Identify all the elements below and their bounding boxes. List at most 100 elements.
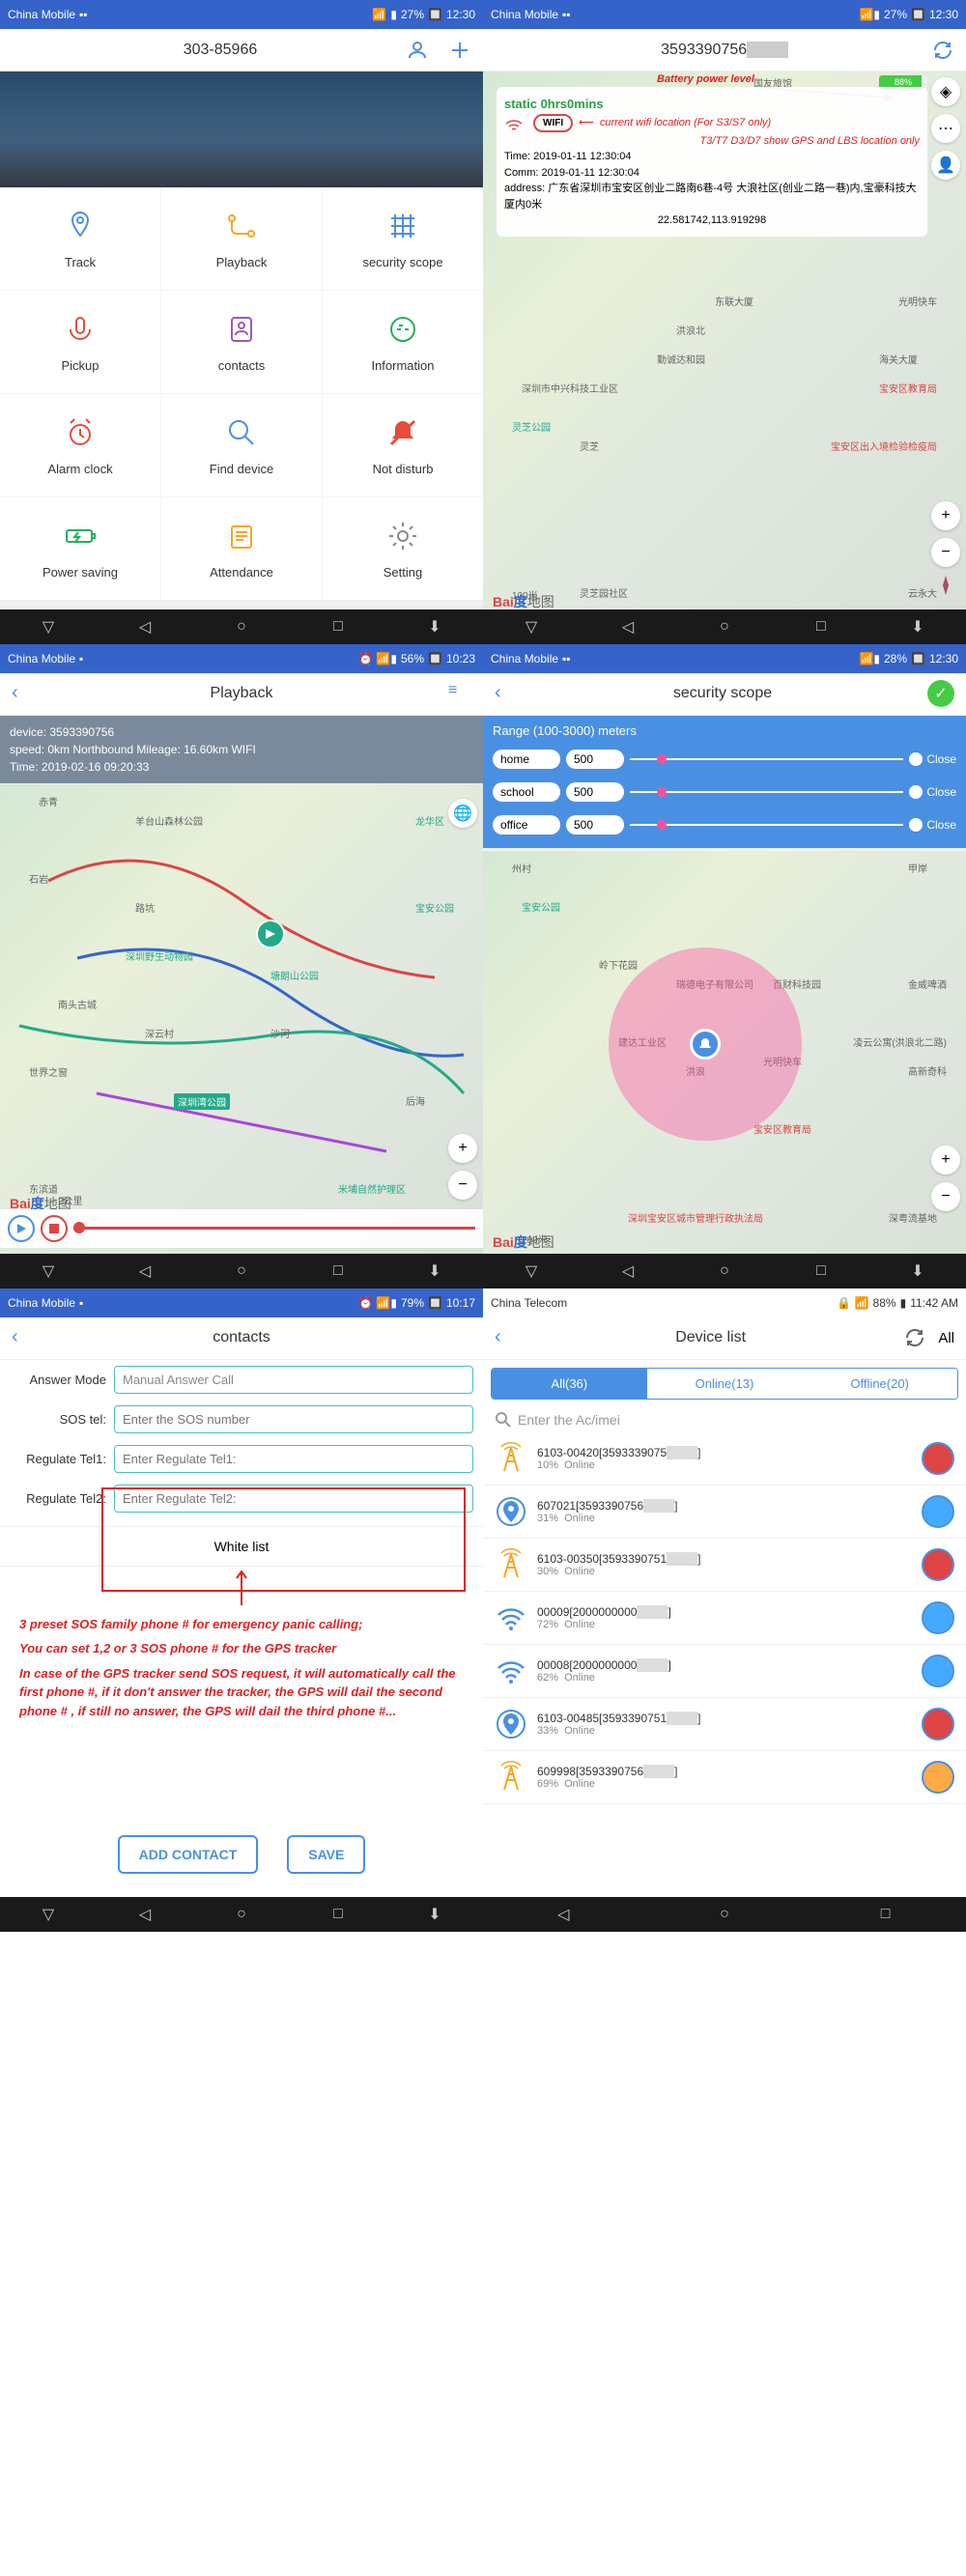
panel-security-scope: China Mobile ▪▪ 📶▮28% 🔲 12:30 ‹ security… <box>483 644 966 1288</box>
device-avatar[interactable] <box>922 1442 954 1475</box>
menu-alarm-clock[interactable]: Alarm clock <box>0 394 160 496</box>
tab-all[interactable]: All(36) <box>492 1369 647 1399</box>
back-icon[interactable]: ‹ <box>12 682 35 705</box>
regulate-tel1-input[interactable] <box>114 1445 473 1473</box>
menu-attendance[interactable]: Attendance <box>161 497 322 600</box>
scope-slider[interactable] <box>630 824 903 826</box>
device-row[interactable]: 6103-00420[3593339075XXXX] 10% Online <box>483 1432 966 1486</box>
device-info: 6103-00420[3593339075XXXX] 10% Online <box>537 1446 912 1471</box>
status-bar: China Mobile ▪ ⏰ 📶▮56% 🔲 10:23 <box>0 644 483 673</box>
android-nav: ◁○□ <box>483 1897 966 1932</box>
device-row[interactable]: 6103-00350[3593390751XXXX] 30% Online <box>483 1539 966 1592</box>
back-icon[interactable]: ‹ <box>495 682 518 705</box>
device-avatar[interactable] <box>922 1655 954 1687</box>
sim-icon: ▪▪ <box>79 8 88 21</box>
compass-icon[interactable] <box>931 571 960 600</box>
map-layers-icon[interactable]: ◈ <box>931 77 960 106</box>
battery-annotation: Battery power level <box>657 73 754 85</box>
nav-menu-icon[interactable]: ▽ <box>37 615 60 638</box>
scope-slider[interactable] <box>630 758 903 760</box>
nav-home-icon[interactable]: ○ <box>230 615 253 638</box>
regulate-tel2-input[interactable] <box>114 1485 473 1513</box>
sos-tel-input[interactable] <box>114 1405 473 1433</box>
scope-slider[interactable] <box>630 791 903 793</box>
map-canvas[interactable]: 赤青 羊台山森林公园 龙华区 石岩 路坑 宝安公园 深圳野生动物园 塘朗山公园 … <box>0 784 483 1254</box>
device-type-icon <box>495 1442 527 1475</box>
device-avatar[interactable] <box>922 1548 954 1581</box>
menu-icon[interactable]: ≡ <box>448 682 471 705</box>
add-contact-button[interactable]: ADD CONTACT <box>118 1835 259 1874</box>
device-row[interactable]: 607021[3593390756XXXX] 31% Online <box>483 1486 966 1539</box>
menu-playback[interactable]: Playback <box>161 187 322 290</box>
device-row[interactable]: 00008[2000000000XXXX] 62% Online <box>483 1645 966 1698</box>
device-row[interactable]: 00009[2000000000XXXX] 72% Online <box>483 1592 966 1645</box>
answer-mode-select[interactable]: Manual Answer Call <box>114 1366 473 1394</box>
map-street-icon[interactable]: 👤 <box>931 151 960 180</box>
device-info: 607021[3593390756XXXX] 31% Online <box>537 1499 912 1524</box>
play-button[interactable] <box>8 1215 35 1242</box>
menu-track[interactable]: Track <box>0 187 160 290</box>
scope-value-input[interactable] <box>566 750 624 769</box>
nav-back-icon[interactable]: ◁ <box>133 615 156 638</box>
zoom-out-icon[interactable]: − <box>931 538 960 567</box>
playback-slider[interactable] <box>73 1227 475 1230</box>
profile-icon[interactable] <box>406 39 429 62</box>
scope-name-input[interactable] <box>493 782 560 802</box>
menu-setting[interactable]: Setting <box>323 497 483 600</box>
menu-not-disturb[interactable]: Not disturb <box>323 394 483 496</box>
confirm-icon[interactable]: ✓ <box>927 680 954 707</box>
nav-recent-icon[interactable]: □ <box>327 615 350 638</box>
device-row[interactable]: 6103-00485[3593390751XXXX] 33% Online <box>483 1698 966 1751</box>
stop-button[interactable] <box>41 1215 68 1242</box>
geofence-pin[interactable] <box>690 1029 721 1060</box>
map-canvas[interactable]: 州村 甲岸 宝安公园 岭下花园 瑞德电子有限公司 百财科技园 金威啤酒 建达工业… <box>483 851 966 1254</box>
signal-icon: ▮ <box>390 8 397 21</box>
tab-offline[interactable]: Offline(20) <box>802 1369 957 1399</box>
tab-online[interactable]: Online(13) <box>647 1369 803 1399</box>
zoom-out-icon[interactable]: − <box>448 1171 477 1200</box>
scope-value-input[interactable] <box>566 815 624 835</box>
search-row[interactable]: Enter the Ac/imei <box>483 1407 966 1432</box>
map-more-icon[interactable]: ⋯ <box>931 114 960 143</box>
back-icon[interactable]: ‹ <box>495 1326 518 1349</box>
scope-close-toggle[interactable]: Close <box>909 818 956 832</box>
scope-close-toggle[interactable]: Close <box>909 752 956 766</box>
nav-down-icon[interactable]: ⬇ <box>423 615 446 638</box>
zoom-in-icon[interactable]: + <box>931 1146 960 1175</box>
globe-icon[interactable]: 🌐 <box>448 799 477 828</box>
device-avatar[interactable] <box>922 1601 954 1634</box>
regulate-tel2-row: Regulate Tel2: <box>0 1479 483 1518</box>
device-info: 609998[3593390756XXXX] 69% Online <box>537 1765 912 1790</box>
menu-information[interactable]: Information <box>323 291 483 393</box>
menu-security-scope[interactable]: security scope <box>323 187 483 290</box>
device-avatar[interactable] <box>922 1761 954 1794</box>
zoom-out-icon[interactable]: − <box>931 1182 960 1211</box>
regulate-tel1-row: Regulate Tel1: <box>0 1439 483 1479</box>
whitelist-link[interactable]: White list <box>0 1526 483 1567</box>
hero-image <box>0 71 483 187</box>
menu-find-device[interactable]: Find device <box>161 394 322 496</box>
device-info: 6103-00350[3593390751XXXX] 30% Online <box>537 1552 912 1577</box>
menu-contacts[interactable]: contacts <box>161 291 322 393</box>
add-icon[interactable] <box>448 39 471 62</box>
scope-name-input[interactable] <box>493 815 560 835</box>
zoom-in-icon[interactable]: + <box>931 501 960 530</box>
device-avatar[interactable] <box>922 1708 954 1741</box>
all-toggle[interactable]: All <box>938 1330 954 1346</box>
scope-close-toggle[interactable]: Close <box>909 785 956 799</box>
status-bar: China Mobile ▪ ⏰ 📶▮79% 🔲 10:17 <box>0 1288 483 1317</box>
menu-pickup[interactable]: Pickup <box>0 291 160 393</box>
android-nav: ▽ ◁ ○ □ ⬇ <box>0 609 483 644</box>
scope-value-input[interactable] <box>566 782 624 802</box>
scope-name-input[interactable] <box>493 750 560 769</box>
device-avatar[interactable] <box>922 1495 954 1528</box>
refresh-icon[interactable] <box>903 1326 926 1349</box>
refresh-icon[interactable] <box>931 39 954 62</box>
wifi-badge: WIFI <box>533 114 573 132</box>
zoom-in-icon[interactable]: + <box>448 1134 477 1163</box>
back-icon[interactable]: ‹ <box>12 1326 35 1349</box>
menu-power-saving[interactable]: Power saving <box>0 497 160 600</box>
status-bar: China Mobile ▪▪ 📶▮27% 🔲 12:30 <box>483 0 966 29</box>
device-row[interactable]: 609998[3593390756XXXX] 69% Online <box>483 1751 966 1804</box>
save-button[interactable]: SAVE <box>287 1835 365 1874</box>
